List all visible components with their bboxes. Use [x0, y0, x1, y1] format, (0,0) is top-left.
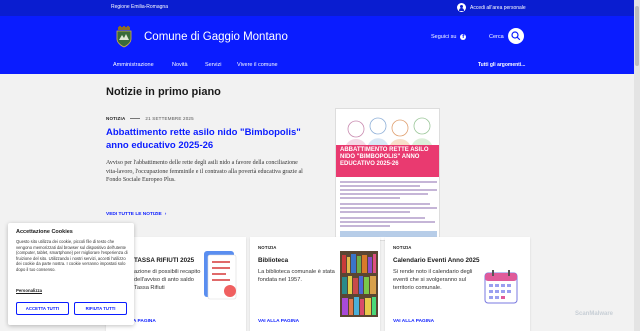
card-description: azione di possibili recapito dell'avviso… [134, 269, 201, 291]
news-category: NOTIZIA [106, 116, 126, 121]
page-scrollbar[interactable] [634, 0, 640, 331]
divider [130, 118, 141, 119]
search-icon [511, 31, 521, 41]
region-link[interactable]: Regione Emilia-Romagna [111, 4, 168, 10]
user-icon [457, 3, 466, 12]
poster-text-line [340, 181, 437, 183]
arrow-right-icon: › [164, 212, 167, 217]
nav-item-all-topics[interactable]: Tutti gli argomenti... [478, 62, 525, 68]
cookie-customize-link[interactable]: Personalizza [16, 288, 42, 293]
poster-text-line [340, 225, 390, 227]
card-description: La biblioteca comunale è stata fondata n… [258, 269, 335, 283]
calendar-icon [484, 270, 518, 304]
poster-text-line [340, 189, 437, 191]
nav-item-vivere-il-comune[interactable]: Vivere il comune [237, 62, 278, 68]
news-date: 21 SETTEMBRE 2025 [145, 116, 194, 121]
main-navigation: Amministrazione Novità Servizi Vivere il… [0, 62, 634, 74]
nav-item-novita[interactable]: Novità [172, 62, 188, 68]
poster-text-line [340, 217, 425, 219]
municipal-crest-icon[interactable] [115, 26, 133, 48]
social-follow: Seguici su f [431, 34, 467, 40]
poster-text-line [340, 203, 430, 205]
watermark: ScanMalware [575, 311, 614, 317]
poster-text-line [340, 185, 420, 187]
card-title: Calendario Eventi Anno 2025 [393, 257, 480, 264]
search-button[interactable] [508, 28, 524, 44]
scrollbar-thumb[interactable] [635, 6, 639, 66]
see-all-label: VEDI TUTTE LE NOTIZIE [106, 212, 162, 217]
poster-text-line [340, 221, 435, 223]
slim-header: Regione Emilia-Romagna Accedi all'area p… [0, 0, 634, 16]
cookie-text: Questo sito utilizza dei cookie, piccoli… [16, 239, 128, 272]
bookshelf-photo-icon [340, 251, 378, 317]
card-title: Biblioteca [258, 257, 289, 264]
reject-all-button[interactable]: RIFIUTA TUTTI [74, 302, 127, 315]
news-card-calendario[interactable]: NOTIZIA Calendario Eventi Anno 2025 Si r… [385, 237, 530, 331]
site-title[interactable]: Comune di Gaggio Montano [144, 31, 288, 43]
card-link[interactable]: VAI ALLA PAGINA [258, 319, 299, 324]
news-image[interactable]: ABBATTIMENTO RETTE ASILO NIDO "BIMBOPOLI… [335, 108, 440, 241]
login-link[interactable]: Accedi all'area personale [457, 3, 526, 12]
search-label: Cerca [489, 34, 504, 40]
poster-text-line [340, 197, 400, 199]
card-link[interactable]: VAI ALLA PAGINA [393, 319, 434, 324]
cookie-title: Accettazione Cookies [16, 229, 73, 235]
news-title[interactable]: Abbattimento rette asilo nido "Bimbopoli… [106, 127, 316, 152]
cookie-banner: Accettazione Cookies Questo sito utilizz… [8, 223, 134, 325]
news-card-biblioteca[interactable]: NOTIZIA Biblioteca La biblioteca comunal… [250, 237, 380, 331]
card-title: TASSA RIFIUTI 2025 [134, 257, 195, 264]
facebook-icon[interactable]: f [460, 34, 467, 40]
follow-label: Seguici su [431, 34, 457, 40]
news-kicker: NOTIZIA 21 SETTEMBRE 2025 [106, 116, 194, 121]
nav-item-amministrazione[interactable]: Amministrazione [113, 62, 154, 68]
accept-all-button[interactable]: ACCETTA TUTTI [16, 302, 69, 315]
card-category: NOTIZIA [393, 245, 412, 250]
login-label: Accedi all'area personale [470, 4, 526, 11]
site-header: Comune di Gaggio Montano Seguici su f Ce… [0, 16, 634, 74]
see-all-news-link[interactable]: VEDI TUTTE LE NOTIZIE › [106, 212, 166, 217]
children-illustration [346, 117, 432, 145]
section-title: Notizie in primo piano [106, 86, 221, 98]
poster-text-line [340, 193, 428, 195]
nav-item-servizi[interactable]: Servizi [205, 62, 222, 68]
card-description: Si rende noto il calendario degli eventi… [393, 269, 473, 291]
poster-text-line [340, 207, 437, 209]
document-illustration-icon [204, 251, 237, 300]
poster-text-line [340, 211, 410, 213]
news-abstract: Avviso per l'abbattimento delle rette de… [106, 160, 303, 184]
poster-title: ABBATTIMENTO RETTE ASILO NIDO "BIMBOPOLI… [336, 145, 439, 177]
card-category: NOTIZIA [258, 245, 277, 250]
